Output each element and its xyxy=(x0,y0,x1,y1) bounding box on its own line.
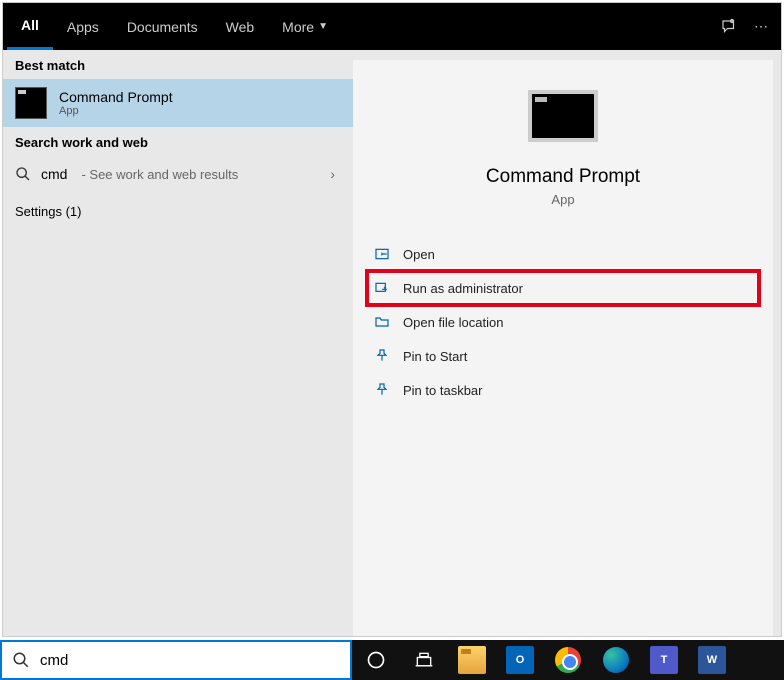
action-pin-to-start[interactable]: Pin to Start xyxy=(367,339,759,373)
taskbar-search[interactable] xyxy=(0,640,352,680)
section-search-work-web: Search work and web xyxy=(3,127,353,156)
tab-apps[interactable]: Apps xyxy=(53,3,113,50)
outlook-icon[interactable]: O xyxy=(496,640,544,680)
action-label: Pin to taskbar xyxy=(403,383,483,398)
result-command-prompt[interactable]: Command Prompt App xyxy=(3,79,353,127)
web-hint: - See work and web results xyxy=(81,167,238,182)
search-icon xyxy=(12,651,30,669)
edge-icon[interactable] xyxy=(592,640,640,680)
tab-more[interactable]: More▼ xyxy=(268,3,342,50)
feedback-icon[interactable] xyxy=(713,18,745,36)
chrome-icon[interactable] xyxy=(544,640,592,680)
action-open[interactable]: Open xyxy=(367,237,759,271)
admin-icon xyxy=(373,279,391,297)
section-best-match: Best match xyxy=(3,50,353,79)
web-query: cmd xyxy=(41,166,67,182)
more-options-icon[interactable]: ⋯ xyxy=(745,18,777,35)
tab-all[interactable]: All xyxy=(7,3,53,50)
web-search-result[interactable]: cmd - See work and web results › xyxy=(3,156,353,192)
action-label: Run as administrator xyxy=(403,281,523,296)
search-filter-tabs: All Apps Documents Web More▼ ⋯ xyxy=(3,3,781,50)
action-label: Open xyxy=(403,247,435,262)
tab-web[interactable]: Web xyxy=(212,3,269,50)
settings-results[interactable]: Settings (1) xyxy=(3,192,353,231)
detail-subtitle: App xyxy=(551,192,574,207)
results-list: Best match Command Prompt App Search wor… xyxy=(3,50,353,636)
cortana-icon[interactable] xyxy=(352,640,400,680)
search-input[interactable] xyxy=(40,652,340,669)
action-run-as-administrator[interactable]: Run as administrator xyxy=(367,271,759,305)
teams-icon[interactable]: T xyxy=(640,640,688,680)
result-subtitle: App xyxy=(59,105,173,117)
action-label: Pin to Start xyxy=(403,349,467,364)
action-label: Open file location xyxy=(403,315,503,330)
chevron-right-icon: › xyxy=(330,166,341,182)
pin-icon xyxy=(373,347,391,365)
pin-icon xyxy=(373,381,391,399)
command-prompt-icon xyxy=(15,87,47,119)
command-prompt-icon xyxy=(528,90,598,142)
detail-title: Command Prompt xyxy=(486,166,640,188)
file-explorer-icon[interactable] xyxy=(448,640,496,680)
taskbar: O T W xyxy=(0,640,784,680)
chevron-down-icon: ▼ xyxy=(318,21,328,32)
task-view-icon[interactable] xyxy=(400,640,448,680)
action-open-file-location[interactable]: Open file location xyxy=(367,305,759,339)
action-pin-to-taskbar[interactable]: Pin to taskbar xyxy=(367,373,759,407)
search-icon xyxy=(15,166,31,182)
open-icon xyxy=(373,245,391,263)
detail-pane: Command Prompt App Open Run as administr… xyxy=(353,60,773,636)
result-title: Command Prompt xyxy=(59,89,173,105)
tab-documents[interactable]: Documents xyxy=(113,3,212,50)
word-icon[interactable]: W xyxy=(688,640,736,680)
folder-icon xyxy=(373,313,391,331)
